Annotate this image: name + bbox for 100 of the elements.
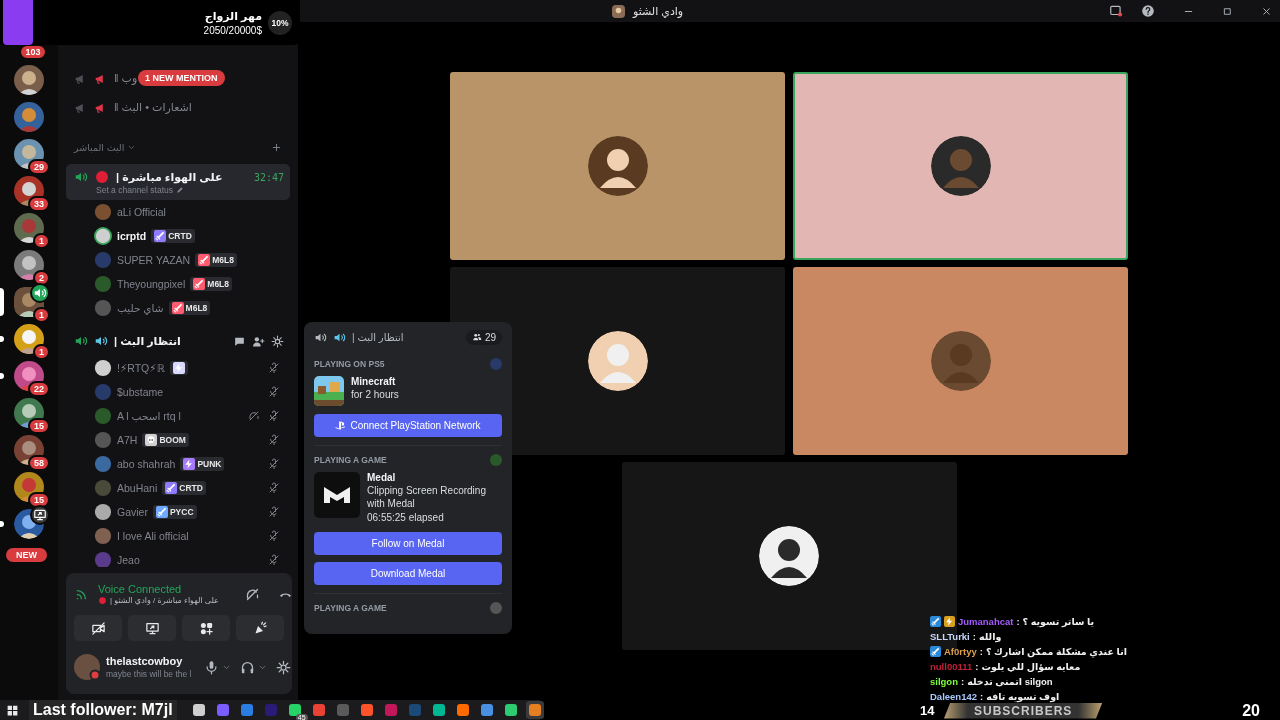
activities-icon — [198, 620, 214, 636]
new-badge[interactable]: NEW — [6, 548, 47, 562]
member-name[interactable]: I love Ali official — [117, 530, 189, 542]
server-icon[interactable] — [14, 435, 44, 465]
live-dot-icon — [98, 596, 107, 605]
chat-username: null00111 — [930, 661, 973, 672]
member-name[interactable]: Gavier — [117, 506, 148, 518]
member-name[interactable]: AbuHani — [117, 482, 158, 494]
camera-button[interactable] — [74, 615, 122, 641]
screen-share-icon — [144, 620, 160, 636]
maximize-icon[interactable] — [1222, 5, 1233, 17]
chat-separator: : — [979, 646, 983, 657]
server-icon[interactable] — [14, 139, 44, 169]
soundboard-button[interactable] — [236, 615, 284, 641]
activity-button[interactable]: Follow on Medal — [314, 532, 502, 555]
member-name[interactable]: SUPER YAZAN — [117, 254, 191, 266]
channel-name[interactable]: على الهواء مباشرة / وادي الشثو | — [110, 596, 219, 605]
chat-username: Af0rtyy — [944, 646, 977, 657]
app-icon[interactable] — [432, 704, 445, 716]
controller-icon — [335, 420, 347, 431]
member-name[interactable]: aLi Official — [117, 206, 166, 218]
member-name[interactable]: abo shahrah — [117, 458, 176, 470]
server-icon[interactable] — [14, 472, 44, 502]
member-name[interactable]: شاي حليب — [117, 302, 164, 314]
app-icon[interactable] — [288, 704, 301, 716]
headphones-icon[interactable] — [239, 659, 255, 675]
chat-username: Daleen142 — [930, 691, 977, 702]
pencil-icon[interactable] — [176, 186, 185, 194]
mention-badge[interactable]: 1 NEW MENTION — [138, 70, 225, 86]
unread-badge: 1 — [33, 344, 50, 360]
channel-name[interactable]: وب ‖ — [114, 72, 138, 85]
activity-button[interactable]: Download Medal — [314, 562, 502, 585]
sword-icon — [930, 646, 941, 657]
unread-badge: 29 — [28, 159, 50, 175]
video-tile[interactable] — [793, 267, 1128, 455]
server-icon[interactable] — [14, 250, 44, 280]
avatar — [587, 331, 648, 391]
camera-off-icon — [90, 620, 106, 636]
avatar[interactable] — [74, 654, 100, 680]
add-icon[interactable] — [271, 141, 282, 153]
chat-message: اوف تسويه تافه — [986, 691, 1060, 702]
member-name[interactable]: Jeao — [117, 554, 140, 566]
app-icon[interactable] — [360, 704, 373, 716]
member-name[interactable]: !⚡RTQ⚡ℝ — [117, 362, 165, 374]
inbox-icon[interactable] — [1109, 4, 1123, 18]
member-name[interactable]: A7H — [117, 434, 138, 446]
app-icon[interactable] — [456, 704, 469, 716]
activity-detail: 06:55:25 elapsed — [367, 511, 445, 524]
avatar — [587, 136, 648, 196]
avatar — [759, 526, 819, 586]
tag-text: CRTD — [179, 483, 203, 493]
server-icon[interactable] — [14, 398, 44, 428]
member-name[interactable]: A l اسحب rtq l — [117, 410, 181, 422]
chat-message: معايه سؤال للي يلوت — [981, 661, 1081, 672]
server-icon[interactable] — [14, 213, 44, 243]
stream-overlay-text: Last follower: M7jl — [29, 700, 177, 720]
server-icon[interactable] — [14, 65, 44, 95]
windows-icon[interactable] — [6, 703, 19, 717]
server-icon — [612, 4, 625, 18]
server-icon[interactable] — [14, 102, 44, 132]
member-name[interactable]: icrptd — [117, 230, 147, 242]
member-name[interactable]: Theyoungpixel — [117, 278, 186, 290]
app-icon[interactable] — [192, 704, 205, 716]
help-icon[interactable] — [1141, 4, 1155, 18]
goal-percent: 10% — [268, 10, 292, 35]
channel-name[interactable]: انتظار البث | — [114, 334, 181, 348]
category-header[interactable]: البث المباشر — [74, 141, 125, 153]
close-icon[interactable] — [1261, 5, 1272, 17]
server-icon[interactable] — [14, 361, 44, 391]
settings-icon[interactable] — [271, 334, 284, 348]
activity-heading: PLAYING A GAME — [314, 455, 387, 465]
goal-amount: 2050/20000$ — [203, 24, 262, 36]
avatar — [490, 602, 502, 614]
game-title: Minecraft — [351, 376, 397, 387]
server-icon[interactable] — [14, 324, 44, 354]
bolt-icon — [944, 616, 955, 627]
activity-button[interactable]: Connect PlayStation Network — [314, 414, 502, 437]
unread-badge: 22 — [28, 381, 50, 397]
channel-status[interactable]: Set a channel status — [96, 185, 174, 195]
unread-badge: 33 — [28, 196, 50, 212]
activities-button[interactable] — [182, 615, 230, 641]
activity-detail: for 2 hours — [351, 388, 399, 401]
tag-text: PUNK — [197, 459, 222, 469]
game-icon — [314, 472, 360, 518]
video-tile[interactable] — [793, 72, 1128, 260]
tag-text: M6L8 — [207, 279, 230, 289]
invite-icon[interactable] — [252, 334, 265, 348]
chat-separator: : — [980, 691, 984, 702]
app-icon[interactable] — [504, 704, 517, 716]
screen-share-button[interactable] — [128, 615, 176, 641]
subscriber-count: 14 — [920, 703, 936, 718]
settings-icon[interactable] — [275, 659, 291, 675]
member-name[interactable]: $ubstame — [117, 386, 164, 398]
server-icon[interactable] — [14, 176, 44, 206]
video-tile[interactable] — [450, 72, 785, 260]
tag-text: M6L8 — [212, 255, 234, 265]
connection-status: Voice Connected — [98, 583, 183, 595]
channel-name[interactable]: اشعارات • البث ‖ — [114, 101, 192, 114]
chat-message: انا عندي مشكلة ممكن اشارك ؟ — [985, 646, 1127, 657]
app-icon[interactable] — [480, 704, 493, 716]
